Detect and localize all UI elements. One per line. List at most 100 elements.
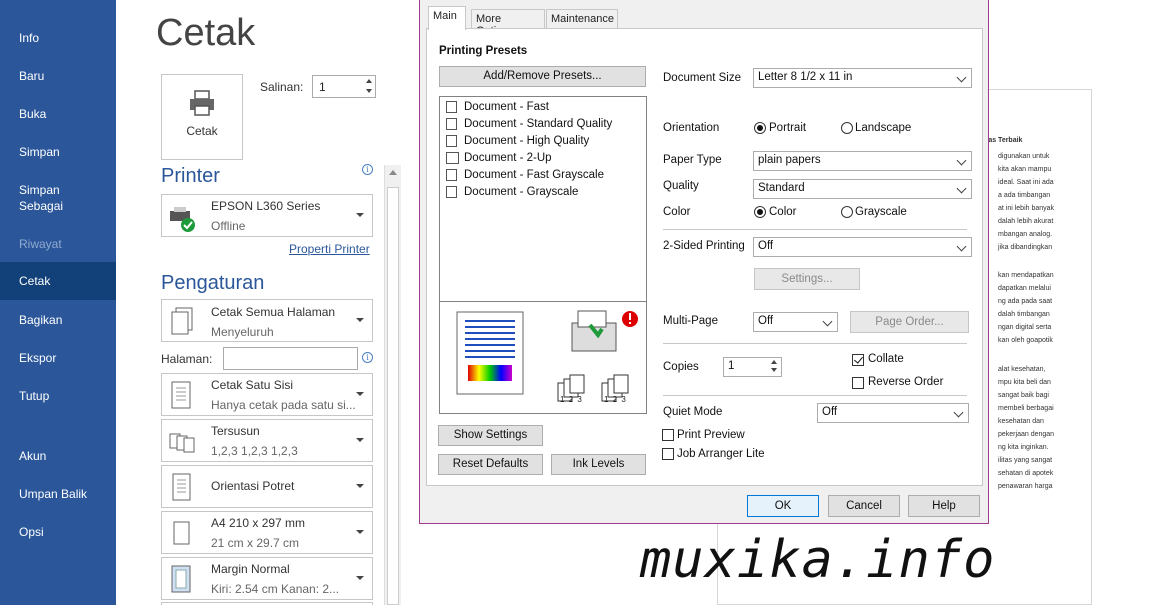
- nav-open[interactable]: Buka: [0, 106, 116, 122]
- print-button[interactable]: Cetak: [161, 74, 243, 160]
- document-size-label: Document Size: [663, 72, 741, 84]
- paper-type-select[interactable]: plain papers: [753, 151, 972, 171]
- job-arranger-label: Job Arranger Lite: [677, 448, 765, 460]
- grayscale-radio[interactable]: [841, 206, 853, 218]
- print-range-label: Cetak Semua Halaman: [211, 305, 336, 319]
- collate-checkbox[interactable]: [852, 354, 864, 366]
- nav-new[interactable]: Baru: [0, 68, 116, 84]
- preview-line: dalah lebih akurat: [998, 218, 1054, 225]
- nav-save[interactable]: Simpan: [0, 144, 116, 160]
- sides-select[interactable]: Cetak Satu Sisi Hanya cetak pada satu si…: [161, 373, 373, 416]
- job-arranger-checkbox[interactable]: [662, 448, 674, 460]
- color-radio[interactable]: [754, 206, 766, 218]
- multipage-select[interactable]: Off: [753, 312, 838, 332]
- collation-select[interactable]: Tersusun 1,2,3 1,2,3 1,2,3: [161, 419, 373, 462]
- margins-sub: Kiri: 2.54 cm Kanan: 2...: [211, 582, 340, 596]
- quiet-mode-select[interactable]: Off: [817, 403, 969, 423]
- preview-line: at ini lebih banyak: [998, 205, 1055, 212]
- copies-label: Salinan:: [260, 80, 304, 94]
- preset-label: Document - Fast: [464, 101, 549, 113]
- printer-properties-link[interactable]: Properti Printer: [289, 242, 370, 256]
- preset-label: Document - High Quality: [464, 135, 590, 147]
- preset-item[interactable]: Document - Fast Grayscale: [440, 168, 646, 184]
- margins-icon: [171, 565, 191, 593]
- one-sided-icon: [171, 381, 191, 409]
- preset-label: Document - 2-Up: [464, 152, 552, 164]
- copies-spinner[interactable]: 1: [312, 75, 376, 98]
- paper-size-select[interactable]: A4 210 x 297 mm 21 cm x 29.7 cm: [161, 511, 373, 554]
- preset-item[interactable]: Document - Standard Quality: [440, 117, 646, 133]
- spin-down-icon[interactable]: [771, 368, 777, 372]
- document-size-select[interactable]: Letter 8 1/2 x 11 in: [753, 68, 972, 88]
- nav-print[interactable]: Cetak: [0, 262, 116, 300]
- nav-export[interactable]: Ekspor: [0, 350, 116, 366]
- scrollbar-thumb[interactable]: [387, 187, 399, 605]
- quality-select[interactable]: Standard: [753, 179, 972, 199]
- pages-label: Halaman:: [161, 352, 213, 366]
- spin-down-icon[interactable]: [366, 89, 372, 93]
- nav-info[interactable]: Info: [0, 30, 116, 46]
- multipage-value: Off: [758, 315, 774, 327]
- duplex-settings-button[interactable]: Settings...: [754, 268, 860, 290]
- nav-options[interactable]: Opsi: [0, 524, 116, 540]
- ink-levels-button[interactable]: Ink Levels: [551, 454, 646, 475]
- ok-button[interactable]: OK: [747, 495, 819, 517]
- printer-properties-dialog: Main More Options Maintenance Printing P…: [419, 0, 989, 524]
- print-preview-checkbox[interactable]: [662, 429, 674, 441]
- spin-up-icon[interactable]: [771, 360, 777, 364]
- copies-spinner[interactable]: 1: [723, 357, 782, 377]
- spin-up-icon[interactable]: [366, 79, 372, 83]
- preset-item[interactable]: Document - Grayscale: [440, 185, 646, 201]
- portrait-radio[interactable]: [754, 122, 766, 134]
- print-button-label: Cetak: [186, 124, 218, 138]
- info-icon[interactable]: i: [362, 352, 373, 363]
- preset-item[interactable]: Document - High Quality: [440, 134, 646, 150]
- scroll-up-icon[interactable]: [389, 170, 397, 175]
- nav-history: Riwayat: [19, 237, 62, 251]
- pages-input[interactable]: [223, 347, 358, 370]
- print-range-select[interactable]: Cetak Semua Halaman Menyeluruh: [161, 299, 373, 342]
- printer-heading: Printer: [161, 165, 220, 187]
- preview-line: dapatkan melalui: [998, 285, 1051, 292]
- orientation-select[interactable]: Orientasi Potret: [161, 465, 373, 508]
- preview-line: digunakan untuk: [998, 153, 1050, 160]
- print-preview-label: Print Preview: [677, 429, 745, 441]
- orientation-label: Orientasi Potret: [211, 479, 295, 493]
- chevron-down-icon: [956, 72, 967, 83]
- margins-select[interactable]: Margin Normal Kiri: 2.54 cm Kanan: 2...: [161, 557, 373, 600]
- nav-share[interactable]: Bagikan: [0, 312, 116, 328]
- preview-line: sehatan di apotek: [998, 470, 1054, 477]
- show-settings-button[interactable]: Show Settings: [438, 425, 543, 446]
- chevron-down-icon: [822, 316, 833, 327]
- document-icon: [446, 101, 457, 113]
- presets-list[interactable]: Document - Fast Document - Standard Qual…: [439, 96, 647, 414]
- tab-main[interactable]: Main: [428, 6, 466, 30]
- reverse-order-label: Reverse Order: [868, 376, 944, 388]
- info-icon[interactable]: i: [362, 164, 373, 175]
- help-button[interactable]: Help: [908, 495, 980, 517]
- preview-line: ng kita inginkan.: [998, 444, 1049, 451]
- preset-item[interactable]: Document - 2-Up: [440, 151, 646, 167]
- page-order-button[interactable]: Page Order...: [850, 311, 969, 333]
- add-remove-presets-button[interactable]: Add/Remove Presets...: [439, 66, 646, 87]
- nav-account[interactable]: Akun: [0, 448, 116, 464]
- reset-defaults-button[interactable]: Reset Defaults: [438, 454, 543, 475]
- cancel-button[interactable]: Cancel: [828, 495, 900, 517]
- page-title: Cetak: [156, 12, 256, 54]
- two-sided-select[interactable]: Off: [753, 237, 972, 257]
- chevron-down-icon: [356, 576, 364, 580]
- landscape-radio[interactable]: [841, 122, 853, 134]
- settings-scrollbar[interactable]: [384, 165, 401, 605]
- nav-close[interactable]: Tutup: [0, 388, 116, 404]
- chevron-down-icon: [356, 484, 364, 488]
- nav-save-as[interactable]: Simpan Sebagai: [0, 182, 80, 214]
- printer-select[interactable]: EPSON L360 Series Offline: [161, 194, 373, 237]
- paper-size-icon: [173, 521, 190, 545]
- nav-feedback[interactable]: Umpan Balik: [0, 486, 116, 502]
- preset-item[interactable]: Document - Fast: [440, 100, 646, 116]
- tab-maintenance[interactable]: Maintenance: [546, 9, 618, 29]
- copies-value: 1: [319, 80, 326, 94]
- tab-more-options[interactable]: More Options: [471, 9, 545, 37]
- color-option-label: Color: [769, 206, 797, 218]
- reverse-order-checkbox[interactable]: [852, 377, 864, 389]
